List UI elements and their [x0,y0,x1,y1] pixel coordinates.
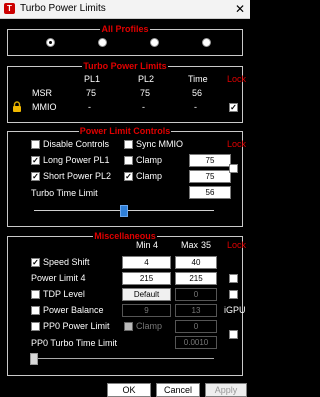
window-title: Turbo Power Limits [20,3,106,14]
header-pl1: PL1 [84,74,101,84]
short-power-pl2-label: Short Power PL2 [43,171,112,181]
tdp-level-lock-checkbox[interactable] [229,290,238,299]
power-balance-label: Power Balance [43,305,104,315]
max-label: Max [181,240,199,250]
pl2-value-input[interactable]: 75 [189,170,231,183]
pp0-clamp-checkbox[interactable] [124,322,133,331]
power-limit-4-lock-checkbox[interactable] [229,274,238,283]
msr-time-value: 56 [192,88,203,98]
speed-shift-max-input[interactable]: 40 [175,256,217,269]
header-pl2: PL2 [138,74,155,84]
plc-lock-label: Lock [227,139,247,149]
pp0-turbo-time-limit-label: PP0 Turbo Time Limit [31,338,118,348]
close-button[interactable]: ✕ [232,1,248,17]
power-limit-4-input-2[interactable]: 215 [175,272,217,285]
pl1-value-input[interactable]: 75 [189,154,231,167]
pp0-power-limit-label: PP0 Power Limit [43,321,110,331]
speed-shift-min-input[interactable]: 4 [122,256,171,269]
max-value: 35 [201,240,212,250]
plc-lock-checkbox[interactable] [229,164,238,173]
power-limit-controls-title: Power Limit Controls [79,126,171,136]
pp0-slider-track [34,358,214,359]
tdp-level-label: TDP Level [43,289,85,299]
mmio-time-value: - [194,102,197,112]
misc-lock-label: Lock [227,240,247,250]
igpu-label: iGPU [224,305,246,315]
min-value: 4 [153,240,159,250]
pp0-turbo-time-limit-input[interactable]: 0.0010 [175,336,217,349]
tdp-level-default-button[interactable]: Default [122,288,171,301]
power-balance-input-1[interactable]: 9 [122,304,171,317]
pp0-clamp-label: Clamp [136,321,163,331]
tdp-level-value-input[interactable]: 0 [175,288,217,301]
turbo-time-slider-thumb[interactable] [120,205,128,217]
short-power-pl2-checkbox[interactable]: ✓ [31,172,40,181]
turbo-lock-label: Lock [227,74,247,84]
msr-pl2-value: 75 [140,88,151,98]
long-power-pl1-label: Long Power PL1 [43,155,110,165]
disable-controls-label: Disable Controls [43,139,110,149]
disable-controls-checkbox[interactable] [31,140,40,149]
clamp-pl1-checkbox[interactable] [124,156,133,165]
profile-radio-1[interactable] [46,38,55,47]
speed-shift-label: Speed Shift [43,257,90,267]
header-time: Time [188,74,208,84]
clamp-pl2-checkbox[interactable]: ✓ [124,172,133,181]
lock-icon [12,101,22,112]
pp0-slider-thumb[interactable] [30,353,38,365]
profile-radio-3[interactable] [150,38,159,47]
profile-radio-4[interactable] [202,38,211,47]
power-limit-4-input-1[interactable]: 215 [122,272,171,285]
clamp-pl2-label: Clamp [136,171,163,181]
cancel-button[interactable]: Cancel [156,383,200,397]
all-profiles-title: All Profiles [101,24,149,34]
mmio-lock-checkbox[interactable]: ✓ [229,103,238,112]
pp0-power-limit-input[interactable]: 0 [175,320,217,333]
apply-button[interactable]: Apply [205,383,247,397]
ok-button[interactable]: OK [107,383,151,397]
pp0-power-limit-checkbox[interactable] [31,322,40,331]
mmio-pl1-value: - [88,102,91,112]
min-label: Min [136,240,151,250]
power-balance-input-2[interactable]: 13 [175,304,217,317]
mmio-label: MMIO [32,102,57,112]
app-icon: T [4,3,15,14]
long-power-pl1-checkbox[interactable]: ✓ [31,156,40,165]
tdp-level-checkbox[interactable] [31,290,40,299]
mmio-pl2-value: - [142,102,145,112]
sync-mmio-checkbox[interactable] [124,140,133,149]
power-balance-checkbox[interactable] [31,306,40,315]
turbo-power-limits-title: Turbo Power Limits [83,61,167,71]
pp0-lock-checkbox[interactable] [229,330,238,339]
speed-shift-checkbox[interactable]: ✓ [31,258,40,267]
turbo-time-limit-input[interactable]: 56 [189,186,231,199]
msr-label: MSR [32,88,52,98]
clamp-pl1-label: Clamp [136,155,163,165]
turbo-time-limit-label: Turbo Time Limit [31,188,98,198]
sync-mmio-label: Sync MMIO [136,139,184,149]
msr-pl1-value: 75 [86,88,97,98]
profile-radio-2[interactable] [98,38,107,47]
power-limit-4-label: Power Limit 4 [31,273,86,283]
